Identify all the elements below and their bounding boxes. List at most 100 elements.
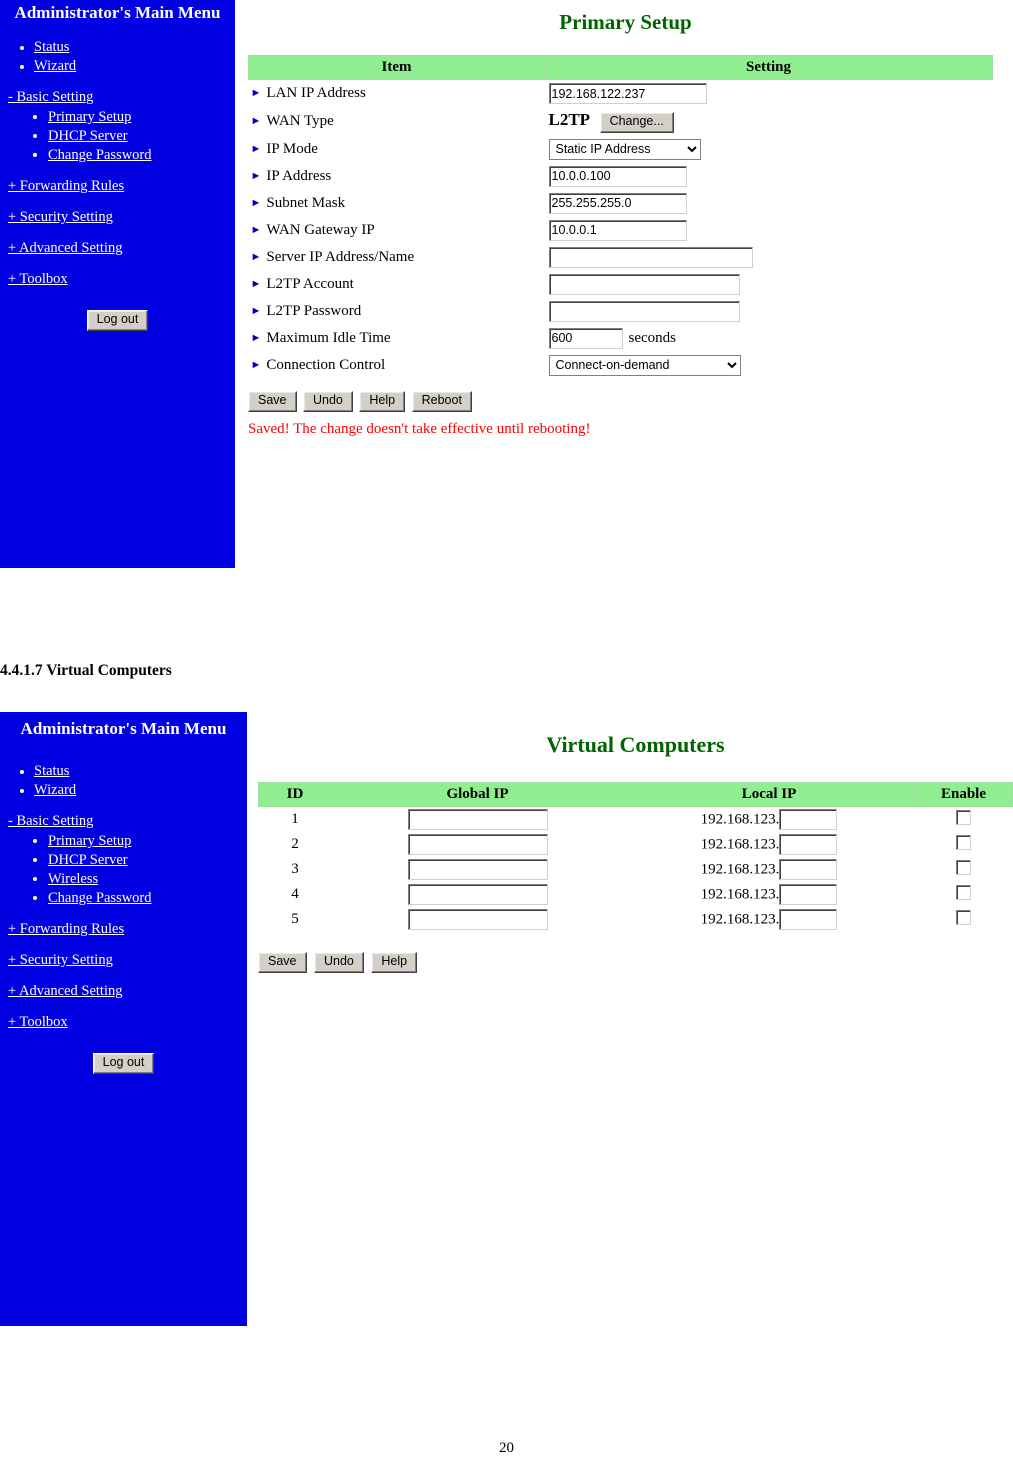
sidebar-group-forwarding-rules[interactable]: + Forwarding Rules (0, 178, 235, 195)
enable-checkbox[interactable] (956, 809, 971, 825)
section-heading: 4.4.1.7 Virtual Computers (0, 662, 172, 679)
subnet-mask-input[interactable] (548, 192, 687, 214)
list-item[interactable]: Wireless (48, 871, 247, 888)
sidebar-group-basic-setting[interactable]: - Basic Setting Primary Setup DHCP Serve… (0, 89, 235, 164)
sidebar-item-primary-setup[interactable]: Primary Setup (48, 833, 131, 849)
table-row: 1 192.168.123. (259, 807, 1013, 833)
table-row: ► Maximum Idle Time seconds (249, 325, 993, 352)
list-item[interactable]: Status (34, 39, 235, 56)
table-row: ► Server IP Address/Name (249, 244, 993, 271)
sidebar-item-change-password[interactable]: Change Password (48, 890, 152, 906)
sidebar-virtual-computers: Administrator's Main Menu Status Wizard … (0, 712, 247, 1326)
row-label: Subnet Mask (266, 194, 346, 211)
row-label: IP Address (266, 167, 332, 184)
help-button[interactable]: Help (371, 952, 418, 973)
l2tp-account-input[interactable] (548, 273, 740, 295)
sidebar-group-label[interactable]: + Advanced Setting (8, 983, 123, 999)
table-row: ► L2TP Account (249, 271, 993, 298)
sidebar-group-label[interactable]: + Forwarding Rules (8, 921, 124, 937)
sidebar-item-dhcp-server[interactable]: DHCP Server (48, 128, 128, 144)
logout-button[interactable]: Log out (86, 309, 149, 331)
row-label-cell: ► L2TP Password (249, 298, 545, 325)
table-header-row: Item Setting (248, 55, 993, 80)
row-label: IP Mode (266, 140, 318, 157)
sidebar-group-advanced-setting[interactable]: + Advanced Setting (0, 983, 247, 1000)
l2tp-password-input[interactable] (548, 300, 740, 322)
sidebar-group-advanced-setting[interactable]: + Advanced Setting (0, 240, 235, 257)
ip-address-input[interactable] (548, 165, 687, 187)
wan-gateway-ip-input[interactable] (548, 219, 687, 241)
primary-setup-table: Item Setting ► LAN IP Address ► WAN Type L… (248, 55, 993, 379)
seconds-label: seconds (628, 330, 677, 347)
local-ip-input[interactable] (779, 909, 838, 930)
sidebar-item-wizard[interactable]: Wizard (34, 782, 76, 798)
list-item[interactable]: Wizard (34, 58, 235, 75)
row-local-ip-cell: 192.168.123. (624, 882, 915, 907)
enable-checkbox[interactable] (956, 859, 971, 875)
list-item[interactable]: Change Password (48, 147, 235, 164)
help-button[interactable]: Help (359, 390, 406, 412)
sidebar-group-basic-setting[interactable]: - Basic Setting Primary Setup DHCP Serve… (0, 813, 247, 907)
sidebar-item-dhcp-server[interactable]: DHCP Server (48, 852, 128, 868)
change-wan-type-button[interactable]: Change... (599, 112, 674, 133)
global-ip-input[interactable] (407, 859, 548, 880)
logout-button[interactable]: Log out (92, 1052, 155, 1074)
local-ip-input[interactable] (779, 884, 838, 905)
sidebar-group-toolbox[interactable]: + Toolbox (0, 271, 235, 288)
sidebar-item-status[interactable]: Status (34, 763, 69, 779)
sidebar-group-security-setting[interactable]: + Security Setting (0, 952, 247, 969)
sidebar-item-primary-setup[interactable]: Primary Setup (48, 109, 131, 125)
sidebar-item-status[interactable]: Status (34, 39, 69, 55)
global-ip-input[interactable] (407, 834, 548, 855)
row-label-cell: ► Subnet Mask (249, 190, 545, 217)
list-item[interactable]: DHCP Server (48, 128, 235, 145)
sidebar-group-label[interactable]: - Basic Setting (8, 89, 93, 105)
table-row: 4 192.168.123. (259, 882, 1013, 907)
sidebar-item-wireless[interactable]: Wireless (48, 871, 98, 887)
save-button[interactable]: Save (258, 952, 307, 973)
undo-button[interactable]: Undo (303, 390, 353, 412)
sidebar-group-toolbox[interactable]: + Toolbox (0, 1014, 247, 1031)
sidebar-group-label[interactable]: + Toolbox (8, 1014, 68, 1030)
connection-control-select[interactable]: Connect-on-demand (548, 354, 741, 376)
bullet-arrow-icon: ► (250, 87, 262, 99)
enable-checkbox[interactable] (956, 884, 971, 900)
reboot-button[interactable]: Reboot (411, 390, 472, 412)
column-header-item: Item (248, 55, 545, 80)
local-ip-input[interactable] (779, 859, 838, 880)
row-label: Server IP Address/Name (266, 248, 415, 265)
list-item[interactable]: Status (34, 763, 247, 780)
undo-button[interactable]: Undo (314, 952, 364, 973)
sidebar-group-security-setting[interactable]: + Security Setting (0, 209, 235, 226)
row-setting-cell: seconds (545, 325, 993, 352)
local-ip-input[interactable] (779, 834, 838, 855)
local-ip-prefix: 192.168.123. (700, 861, 780, 878)
list-item[interactable]: Primary Setup (48, 109, 235, 126)
sidebar-group-label[interactable]: + Advanced Setting (8, 240, 123, 256)
list-item[interactable]: Primary Setup (48, 833, 247, 850)
ip-mode-select[interactable]: Static IP Address (548, 138, 701, 160)
sidebar-group-label[interactable]: + Security Setting (8, 952, 113, 968)
save-button[interactable]: Save (248, 390, 297, 412)
maximum-idle-time-input[interactable] (548, 327, 623, 349)
global-ip-input[interactable] (407, 809, 548, 830)
enable-checkbox[interactable] (956, 909, 971, 925)
list-item[interactable]: Wizard (34, 782, 247, 799)
global-ip-input[interactable] (407, 909, 548, 930)
local-ip-input[interactable] (779, 809, 838, 830)
sidebar-group-forwarding-rules[interactable]: + Forwarding Rules (0, 921, 247, 938)
row-label: LAN IP Address (266, 85, 366, 101)
list-item[interactable]: Change Password (48, 890, 247, 907)
sidebar-item-change-password[interactable]: Change Password (48, 147, 152, 163)
global-ip-input[interactable] (407, 884, 548, 905)
sidebar-group-label[interactable]: + Toolbox (8, 271, 68, 287)
sidebar-item-wizard[interactable]: Wizard (34, 58, 76, 74)
lan-ip-address-input[interactable] (548, 83, 707, 104)
sidebar-group-label[interactable]: - Basic Setting (8, 813, 93, 829)
sidebar-group-label[interactable]: + Security Setting (8, 209, 113, 225)
server-ip-address-name-input[interactable] (548, 246, 753, 268)
list-item[interactable]: DHCP Server (48, 852, 247, 869)
row-global-ip-cell (332, 882, 624, 907)
enable-checkbox[interactable] (956, 834, 971, 850)
sidebar-group-label[interactable]: + Forwarding Rules (8, 178, 124, 194)
